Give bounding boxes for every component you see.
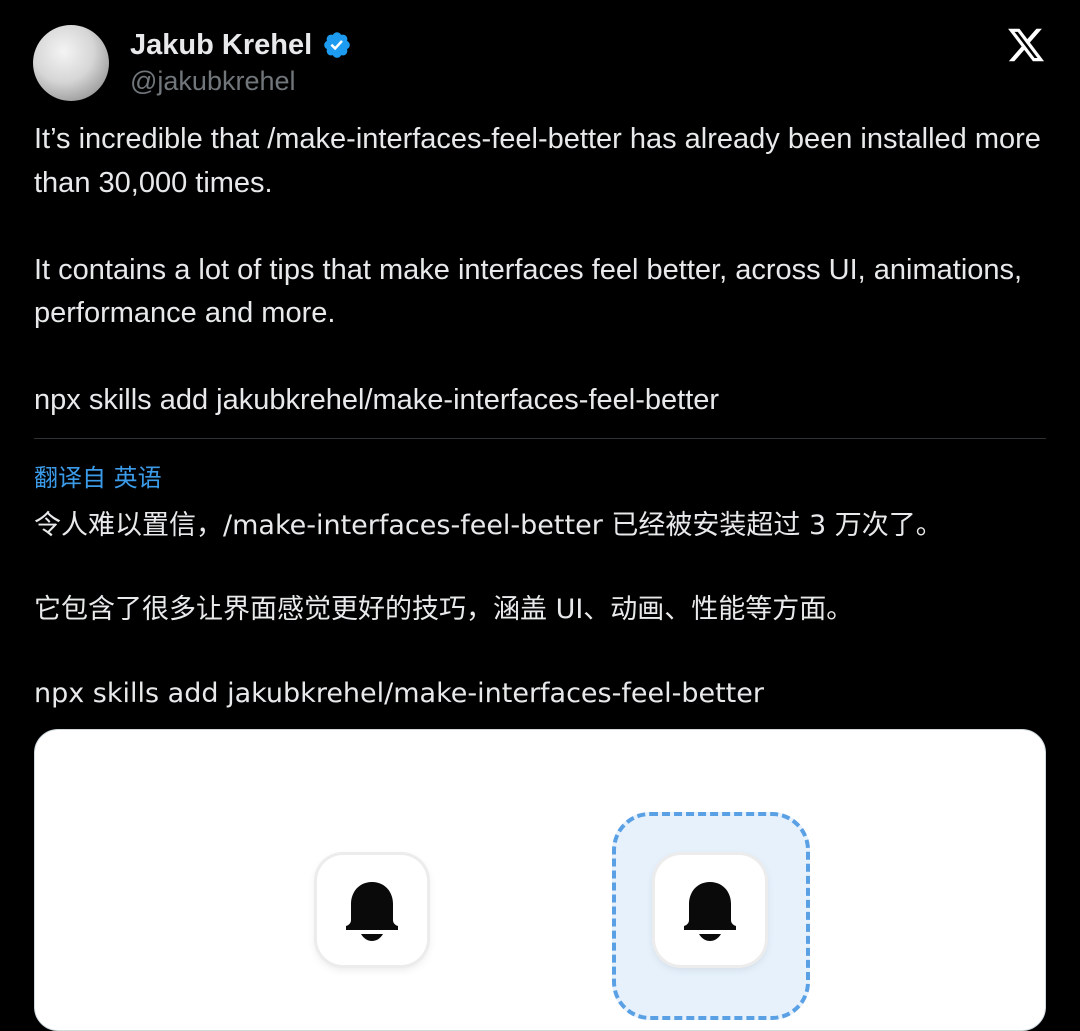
bell-app-icon-selected: [655, 855, 765, 965]
tweet-header: Jakub Krehel @jakubkrehel: [0, 0, 1080, 110]
divider: [34, 438, 1046, 439]
tweet-paragraph: It’s incredible that /make-interfaces-fe…: [34, 123, 1041, 199]
x-logo-icon[interactable]: [1006, 25, 1046, 65]
translated-paragraph: 令人难以置信，/make-interfaces-feel-better 已经被安…: [34, 510, 943, 541]
translated-paragraph: 它包含了很多让界面感觉更好的技巧，涵盖 UI、动画、性能等方面。: [34, 594, 854, 625]
translated-text: 令人难以置信，/make-interfaces-feel-better 已经被安…: [34, 505, 1046, 715]
bell-app-icon: [317, 855, 427, 965]
tweet-paragraph: It contains a lot of tips that make inte…: [34, 253, 1023, 330]
avatar[interactable]: [33, 25, 109, 101]
author-handle[interactable]: @jakubkrehel: [130, 66, 296, 97]
author-display-name[interactable]: Jakub Krehel: [130, 29, 312, 62]
verified-badge-icon: [324, 32, 350, 58]
tweet-text: It’s incredible that /make-interfaces-fe…: [34, 118, 1046, 423]
author-name-row[interactable]: Jakub Krehel: [130, 27, 352, 63]
bell-icon: [346, 882, 398, 941]
media-image[interactable]: [34, 729, 1046, 1031]
bell-icon: [684, 882, 736, 941]
translated-paragraph-command: npx skills add jakubkrehel/make-interfac…: [34, 678, 764, 709]
tweet-paragraph-command: npx skills add jakubkrehel/make-interfac…: [34, 384, 720, 416]
translated-from-link[interactable]: 翻译自 英语: [34, 458, 162, 493]
